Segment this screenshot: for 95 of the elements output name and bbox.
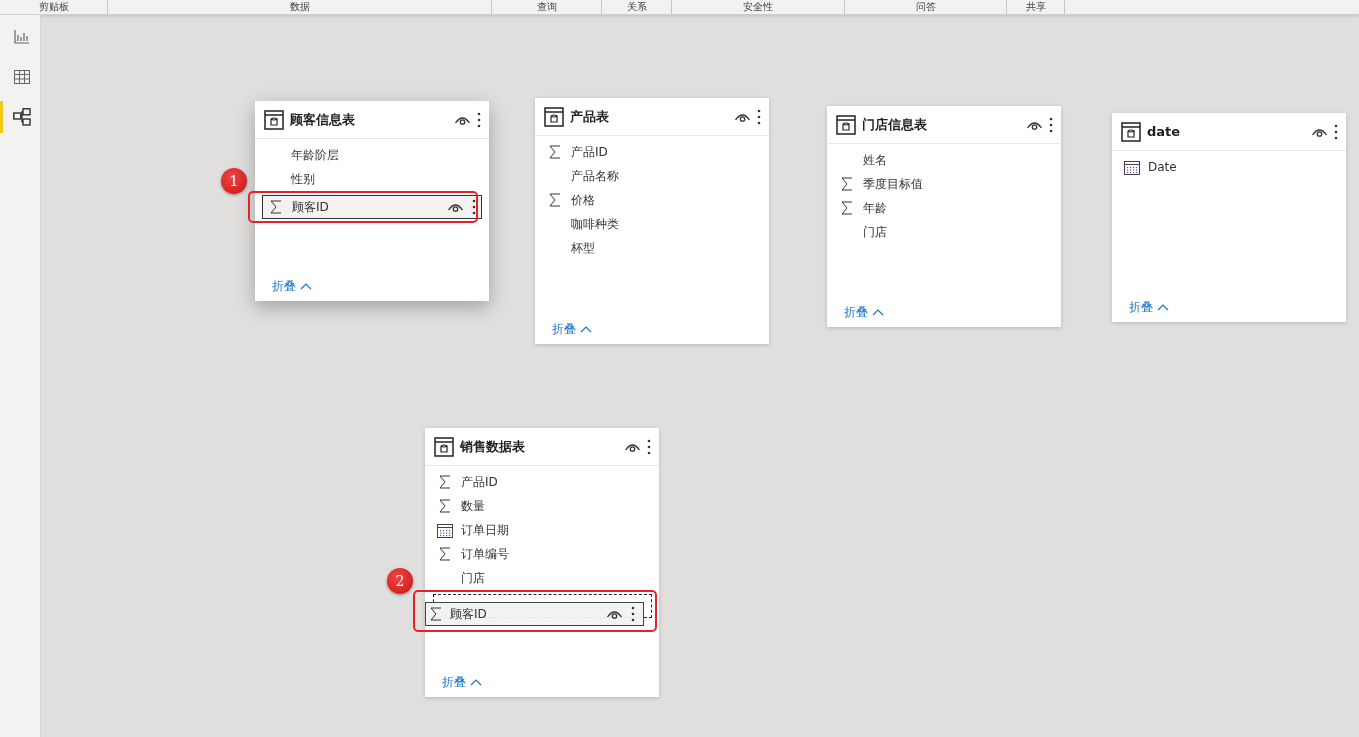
sigma-icon: [547, 145, 563, 159]
sigma-icon: [839, 177, 855, 191]
caret-up-icon: [580, 326, 592, 333]
table-title: 销售数据表: [460, 437, 526, 456]
field-row[interactable]: 年龄: [827, 196, 1061, 220]
field-name: 杯型: [571, 239, 596, 257]
field-name: 姓名: [863, 151, 888, 169]
field-name: 订单日期: [461, 521, 510, 539]
ribbon-group-label: 安全性: [743, 1, 773, 12]
sigma-icon: [430, 607, 442, 621]
table-icon: [544, 106, 564, 127]
table-icon: [1121, 121, 1141, 142]
field-name: 门店: [461, 569, 486, 587]
ribbon-group-label: 数据: [289, 1, 310, 12]
field-row[interactable]: 产品ID: [425, 470, 659, 494]
field-name: 数量: [461, 497, 486, 515]
table-card[interactable]: 产品表 产品ID 产品名称 价格 咖啡种类 杯型 折叠: [535, 98, 769, 344]
collapse-link[interactable]: 折叠: [552, 321, 592, 338]
collapse-link[interactable]: 折叠: [1129, 299, 1169, 316]
field-name: 顾客ID: [292, 198, 330, 216]
more-icon[interactable]: [477, 111, 481, 128]
field-row[interactable]: 门店: [425, 566, 659, 590]
field-row[interactable]: 咖啡种类: [535, 212, 769, 236]
more-icon[interactable]: [1049, 116, 1053, 133]
field-row[interactable]: 门店: [827, 220, 1061, 244]
ribbon-group-label: 关系: [626, 1, 647, 12]
table-icon: [434, 436, 454, 457]
field-row[interactable]: Date: [1112, 155, 1346, 179]
sigma-icon: [437, 499, 453, 513]
collapse-link[interactable]: 折叠: [272, 278, 312, 295]
more-icon[interactable]: [631, 606, 635, 622]
sigma-icon: [839, 201, 855, 215]
table-card[interactable]: 销售数据表 产品ID 数量 订单日期 订单编号 门店 顾客ID 折叠: [425, 428, 659, 697]
caret-up-icon: [300, 283, 312, 290]
field-name: 价格: [571, 191, 596, 209]
sigma-icon: [268, 200, 284, 214]
caret-up-icon: [470, 679, 482, 686]
sigma-icon: [437, 547, 453, 561]
table-card[interactable]: 顾客信息表 年龄阶层 性别 顾客ID 折叠: [255, 101, 489, 301]
caret-up-icon: [872, 309, 884, 316]
ribbon-group-label: 剪贴板: [38, 1, 69, 12]
table-icon: [264, 109, 284, 130]
field-row[interactable]: 杯型: [535, 236, 769, 260]
field-row[interactable]: 顾客ID: [262, 195, 482, 219]
field-name: 咖啡种类: [571, 215, 620, 233]
field-row[interactable]: 订单编号: [425, 542, 659, 566]
field-row[interactable]: 性别: [255, 167, 489, 191]
step-badge: 2: [387, 568, 413, 594]
field-row[interactable]: 订单日期: [425, 518, 659, 542]
field-row[interactable]: 姓名: [827, 148, 1061, 172]
field-row[interactable]: 价格: [535, 188, 769, 212]
field-name: 订单编号: [461, 545, 510, 563]
table-title: 产品表: [570, 107, 610, 126]
caret-up-icon: [1157, 304, 1169, 311]
dragged-field[interactable]: 顾客ID: [425, 602, 644, 626]
field-name: 性别: [291, 170, 316, 188]
more-icon[interactable]: [472, 199, 476, 215]
table-icon: [836, 114, 856, 135]
sigma-icon: [547, 193, 563, 207]
calendar-icon: [1124, 159, 1140, 175]
model-icon: [12, 108, 31, 126]
calendar-icon: [437, 522, 453, 538]
bar-chart-icon: [13, 30, 30, 44]
field-name: 产品名称: [571, 167, 620, 185]
field-name: 门店: [863, 223, 888, 241]
field-name: 产品ID: [571, 143, 609, 161]
eye-icon[interactable]: [606, 608, 623, 620]
grid-icon: [13, 70, 30, 84]
more-icon[interactable]: [1334, 123, 1338, 140]
field-name: Date: [1148, 160, 1178, 174]
ribbon-group-label: 问答: [915, 1, 936, 12]
table-card[interactable]: 门店信息表 姓名 季度目标值 年龄 门店 折叠: [827, 106, 1061, 327]
sigma-icon: [437, 475, 453, 489]
field-name: 季度目标值: [863, 175, 924, 193]
field-row[interactable]: 年龄阶层: [255, 143, 489, 167]
field-row[interactable]: 产品名称: [535, 164, 769, 188]
table-card[interactable]: date Date 折叠: [1112, 113, 1346, 322]
field-row[interactable]: 季度目标值: [827, 172, 1061, 196]
collapse-link[interactable]: 折叠: [844, 304, 884, 321]
field-name: 产品ID: [461, 473, 499, 491]
step-badge: 1: [221, 168, 247, 194]
table-title: date: [1147, 124, 1182, 139]
field-name: 顾客ID: [450, 605, 488, 623]
table-title: 顾客信息表: [290, 110, 356, 129]
field-row[interactable]: 数量: [425, 494, 659, 518]
field-row[interactable]: 产品ID: [535, 140, 769, 164]
ribbon-group-label: 共享: [1025, 1, 1046, 12]
more-icon[interactable]: [647, 438, 651, 455]
field-name: 年龄: [863, 199, 888, 217]
field-name: 年龄阶层: [291, 146, 340, 164]
collapse-link[interactable]: 折叠: [442, 674, 482, 691]
eye-icon[interactable]: [447, 201, 464, 213]
more-icon[interactable]: [757, 108, 761, 125]
ribbon-group-label: 查询: [536, 1, 557, 12]
table-title: 门店信息表: [862, 115, 928, 134]
